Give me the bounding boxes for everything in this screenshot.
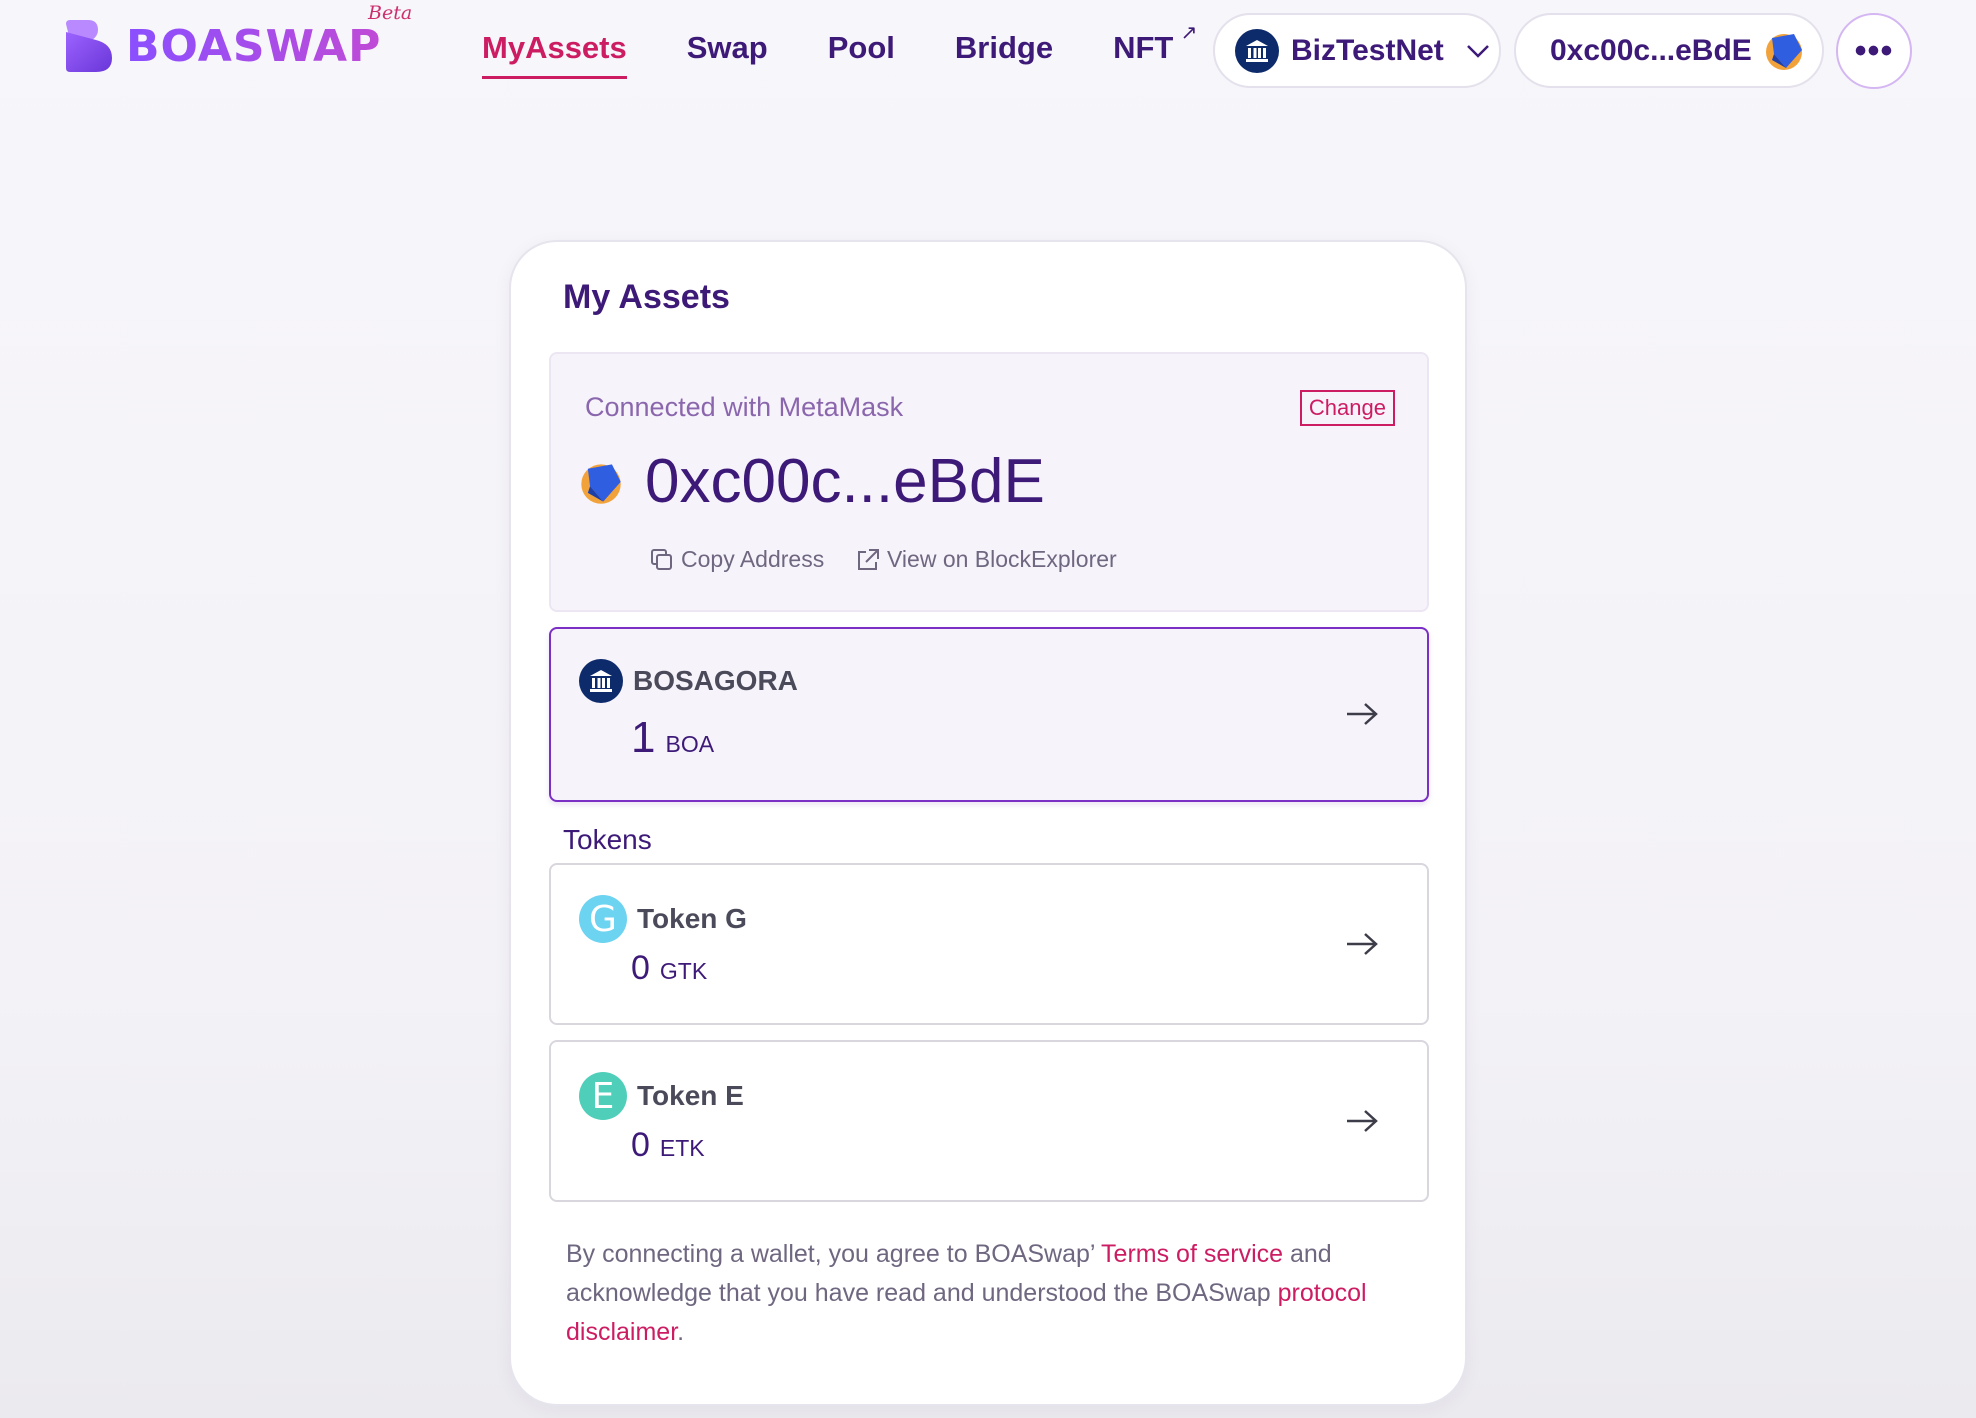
token-symbol: GTK [659, 958, 708, 984]
account-button[interactable]: 0xc00c...eBdE [1514, 13, 1824, 88]
nav-nft[interactable]: NFT ↗ [1113, 22, 1197, 79]
more-horizontal-icon: ••• [1854, 31, 1894, 70]
external-link-icon [858, 548, 879, 570]
asset-name: BOSAGORA [633, 665, 798, 696]
arrow-right-icon [1347, 933, 1378, 955]
chevron-down-icon [1466, 44, 1489, 58]
external-link-arrow-icon: ↗ [1180, 22, 1198, 44]
boaswap-logo-icon [66, 20, 112, 72]
nav-bridge[interactable]: Bridge [955, 30, 1053, 79]
arrow-right-icon [1347, 703, 1378, 725]
more-menu-button[interactable]: ••• [1836, 13, 1912, 89]
brand-logo[interactable]: BOASWAP [62, 18, 381, 74]
native-asset-row[interactable]: BOSAGORA 1 BOA [549, 627, 1429, 802]
asset-amount: 1 [631, 713, 656, 762]
arrow-right-icon [1347, 1110, 1378, 1132]
nav-swap[interactable]: Swap [687, 30, 768, 79]
wallet-avatar-icon [581, 464, 621, 504]
brand-name: BOASWAP [126, 20, 382, 72]
beta-badge: Beta [368, 2, 413, 24]
view-explorer-link[interactable]: View on BlockExplorer [855, 546, 1117, 573]
my-assets-card: My Assets Connected with MetaMask Change… [509, 240, 1467, 1406]
bosagora-bank-icon [579, 659, 623, 703]
token-amount: 0 [631, 1126, 650, 1164]
copy-address-link[interactable]: Copy Address [649, 546, 824, 573]
token-row[interactable]: G Token G 0 GTK [549, 863, 1429, 1025]
bosagora-bank-icon [1235, 28, 1279, 73]
account-address: 0xc00c...eBdE [1550, 33, 1752, 67]
wallet-avatar-icon [1765, 33, 1802, 70]
nav-nft-label: NFT [1113, 30, 1174, 65]
terms-of-service-link[interactable]: Terms of service [1101, 1240, 1283, 1268]
token-g-icon: G [579, 895, 627, 943]
connected-with-text: Connected with MetaMask [585, 392, 904, 422]
token-e-icon: E [579, 1072, 627, 1120]
token-name: Token E [637, 1080, 744, 1111]
wallet-disclaimer: By connecting a wallet, you agree to BOA… [566, 1235, 1426, 1352]
token-balance: 0 GTK [631, 949, 707, 988]
change-wallet-button[interactable]: Change [1299, 390, 1395, 426]
view-explorer-label: View on BlockExplorer [887, 546, 1117, 572]
token-row[interactable]: E Token E 0 ETK [549, 1040, 1429, 1202]
token-symbol: ETK [659, 1135, 705, 1161]
main-nav: MyAssets Swap Pool Bridge NFT ↗ [482, 22, 1233, 79]
card-title: My Assets [563, 278, 730, 316]
nav-pool[interactable]: Pool [828, 30, 895, 79]
token-amount: 0 [631, 949, 650, 987]
copy-icon [651, 548, 672, 570]
network-name: BizTestNet [1291, 33, 1444, 67]
disclaimer-text-1: By connecting a wallet, you agree to BOA… [566, 1240, 1102, 1268]
network-selector[interactable]: BizTestNet [1213, 13, 1501, 88]
token-name: Token G [637, 903, 747, 934]
asset-symbol: BOA [665, 731, 715, 757]
wallet-address: 0xc00c...eBdE [645, 447, 1045, 516]
asset-balance: 1 BOA [631, 713, 714, 763]
copy-address-label: Copy Address [681, 546, 825, 572]
tokens-section-label: Tokens [563, 824, 652, 855]
disclaimer-end: . [677, 1318, 685, 1346]
token-balance: 0 ETK [631, 1126, 705, 1165]
nav-myassets[interactable]: MyAssets [482, 30, 627, 79]
wallet-info-box: Connected with MetaMask Change 0xc00c...… [549, 352, 1429, 612]
